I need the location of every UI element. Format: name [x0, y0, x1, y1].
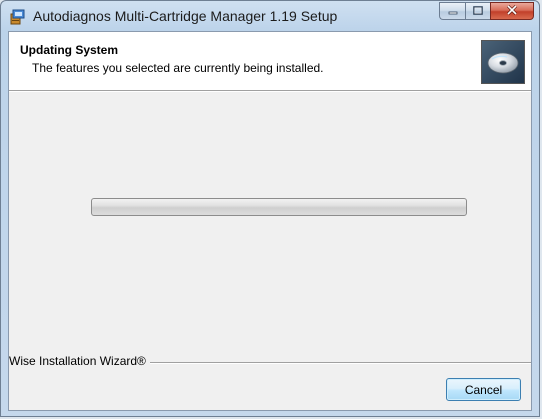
maximize-icon [473, 2, 483, 20]
cancel-button[interactable]: Cancel [446, 378, 521, 401]
install-progress-bar [91, 198, 467, 216]
brand-separator: Wise Installation Wizard® [9, 354, 531, 370]
wizard-client-area: Updating System The features you selecte… [8, 31, 532, 411]
wizard-header: Updating System The features you selecte… [9, 32, 531, 91]
caption-buttons [439, 2, 534, 20]
cd-disc-icon [481, 40, 525, 84]
minimize-icon [448, 2, 458, 20]
setup-window: Autodiagnos Multi-Cartridge Manager 1.19… [0, 0, 540, 417]
maximize-button[interactable] [465, 2, 490, 20]
minimize-button[interactable] [439, 2, 465, 20]
header-divider [9, 91, 531, 92]
window-title: Autodiagnos Multi-Cartridge Manager 1.19… [33, 8, 338, 24]
page-title: Updating System [20, 43, 119, 57]
installer-icon [10, 9, 26, 25]
page-subtitle: The features you selected are currently … [32, 61, 324, 75]
close-button[interactable] [490, 2, 534, 20]
close-icon [506, 2, 518, 20]
brand-label: Wise Installation Wizard® [9, 354, 150, 368]
title-bar[interactable]: Autodiagnos Multi-Cartridge Manager 1.19… [1, 1, 539, 31]
